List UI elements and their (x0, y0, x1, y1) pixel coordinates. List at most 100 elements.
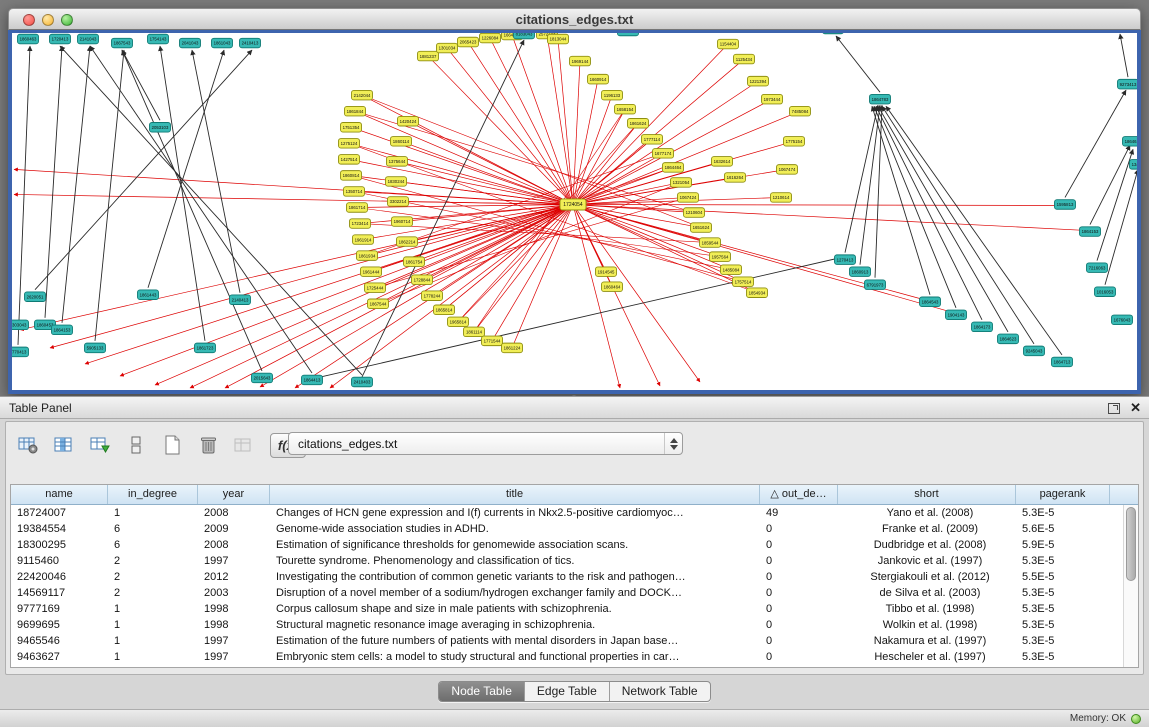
graph-node-label: 2141043 (80, 37, 97, 42)
graph-edge[interactable] (474, 109, 625, 332)
table-row[interactable]: 911546021997Tourette syndrome. Phenomeno… (11, 553, 1123, 569)
column-header-year[interactable]: year (198, 485, 270, 504)
graph-node-label: 2015643 (254, 376, 271, 381)
graph-edge[interactable] (573, 44, 728, 204)
tab-node-table[interactable]: Node Table (439, 682, 524, 701)
graph-edge[interactable] (408, 121, 573, 204)
create-column-button[interactable] (158, 432, 185, 459)
graph-edge[interactable] (573, 197, 781, 204)
graph-node-label: 1864173 (974, 325, 991, 330)
graph-edge[interactable] (573, 204, 620, 388)
graph-node[interactable] (823, 33, 844, 34)
cell-name: 14569117 (11, 585, 108, 601)
vertical-scrollbar[interactable] (1123, 505, 1138, 667)
graph-edge[interactable] (573, 111, 800, 204)
graph-node-label: 1751354 (343, 125, 360, 130)
graph-edge[interactable] (876, 106, 982, 320)
show-columns-button[interactable] (50, 432, 77, 459)
graph-edge[interactable] (874, 106, 956, 308)
graph-edge[interactable] (148, 50, 224, 288)
table-row[interactable]: 2242004622012Investigating the contribut… (11, 569, 1123, 585)
cell-out_degree: 0 (760, 649, 838, 665)
graph-edge[interactable] (122, 50, 262, 371)
table-row[interactable]: 946554611997Estimation of the future num… (11, 633, 1123, 649)
graph-edge[interactable] (573, 204, 700, 381)
table-row[interactable]: 1938455462009Genome-wide association stu… (11, 521, 1123, 537)
cell-in_degree: 1 (108, 505, 198, 521)
graph-node-label: 1321054 (673, 180, 690, 185)
graph-edge[interactable] (512, 35, 573, 204)
graph-edge[interactable] (362, 95, 573, 204)
cell-in_degree: 1 (108, 601, 198, 617)
graph-edge[interactable] (312, 257, 845, 379)
column-header-in_degree[interactable]: in_degree (108, 485, 198, 504)
table-row[interactable]: 1830029562008Estimation of significance … (11, 537, 1123, 553)
graph-edge[interactable] (573, 109, 625, 204)
window-titlebar[interactable]: citations_edges.txt (8, 8, 1141, 30)
close-panel-icon[interactable]: ✕ (1130, 402, 1141, 414)
import-table-button[interactable] (230, 432, 257, 459)
cell-title: Investigating the contribution of common… (270, 569, 760, 585)
table-settings-button[interactable] (14, 432, 41, 459)
graph-edge[interactable] (878, 106, 1008, 332)
graph-node-label: 1961914 (355, 237, 372, 242)
cell-short: Nakamura et al. (1997) (838, 633, 1016, 649)
cell-year: 2009 (198, 521, 270, 537)
delete-column-button[interactable] (194, 432, 221, 459)
graph-edge[interactable] (260, 204, 573, 387)
graph-node-label: 2140413 (232, 297, 249, 302)
table-row[interactable]: 1872400712008Changes of HCN gene express… (11, 505, 1123, 521)
table-row[interactable]: 969969511998Structural magnetic resonanc… (11, 617, 1123, 633)
graph-node-label: 1375644 (389, 159, 406, 164)
cell-year: 2008 (198, 537, 270, 553)
column-header-out_degree[interactable]: △ out_de… (760, 485, 838, 504)
float-panel-icon[interactable] (1108, 403, 1120, 414)
graph-edge[interactable] (573, 204, 1063, 205)
graph-node-label: 1973444 (764, 97, 781, 102)
tab-edge-table[interactable]: Edge Table (524, 682, 609, 701)
graph-edge[interactable] (845, 105, 878, 252)
graph-edge[interactable] (573, 81, 758, 204)
graph-edge[interactable] (62, 46, 90, 323)
graph-edge[interactable] (122, 50, 160, 120)
graph-edge[interactable] (882, 106, 1034, 344)
column-header-pagerank[interactable]: pagerank (1016, 485, 1110, 504)
graph-edge[interactable] (886, 106, 1062, 355)
column-header-name[interactable]: name (11, 485, 108, 504)
graph-edge[interactable] (397, 161, 573, 204)
scrollbar-thumb[interactable] (1126, 507, 1136, 581)
graph-edge[interactable] (35, 50, 252, 290)
cell-name: 9463627 (11, 649, 108, 665)
graph-edge[interactable] (836, 36, 880, 92)
network-canvas[interactable]: 1881237130103420654231226084166409725721… (8, 30, 1141, 394)
graph-edge[interactable] (428, 56, 573, 204)
graph-edge[interactable] (362, 95, 701, 227)
graph-edge[interactable] (1065, 90, 1126, 197)
graph-edge[interactable] (573, 204, 660, 386)
table-row[interactable]: 1456911722003Disruption of a novel membe… (11, 585, 1123, 601)
row-options-button[interactable] (122, 432, 149, 459)
edit-table-button[interactable] (86, 432, 113, 459)
tab-network-table[interactable]: Network Table (609, 682, 710, 701)
table-selector-dropdown[interactable]: citations_edges.txt (288, 432, 683, 455)
graph-node-label: 2053103 (152, 125, 169, 130)
table-row[interactable]: 977716911998Corpus callosum shape and si… (11, 601, 1123, 617)
table-row[interactable]: 946362711997Embryonic stem cells: a mode… (11, 649, 1123, 665)
graph-edge[interactable] (875, 105, 882, 277)
graph-edge[interactable] (1090, 145, 1130, 224)
graph-edge[interactable] (45, 46, 62, 318)
graph-node-label: 1651624 (693, 225, 710, 230)
graph-node-label: 1867543 (114, 41, 131, 46)
column-header-short[interactable]: short (838, 485, 1016, 504)
graph-edge[interactable] (1120, 34, 1128, 77)
graph-edge[interactable] (362, 40, 524, 377)
graph-node-label: 7216063 (1089, 265, 1106, 270)
column-header-title[interactable]: title (270, 485, 760, 504)
graph-edge[interactable] (95, 50, 124, 341)
cell-in_degree: 2 (108, 569, 198, 585)
cell-year: 1997 (198, 633, 270, 649)
graph-edge[interactable] (860, 105, 880, 264)
graph-node-label: 1754143 (150, 37, 167, 42)
graph-node-label: 5905133 (87, 346, 104, 351)
graph-edge[interactable] (414, 204, 573, 261)
